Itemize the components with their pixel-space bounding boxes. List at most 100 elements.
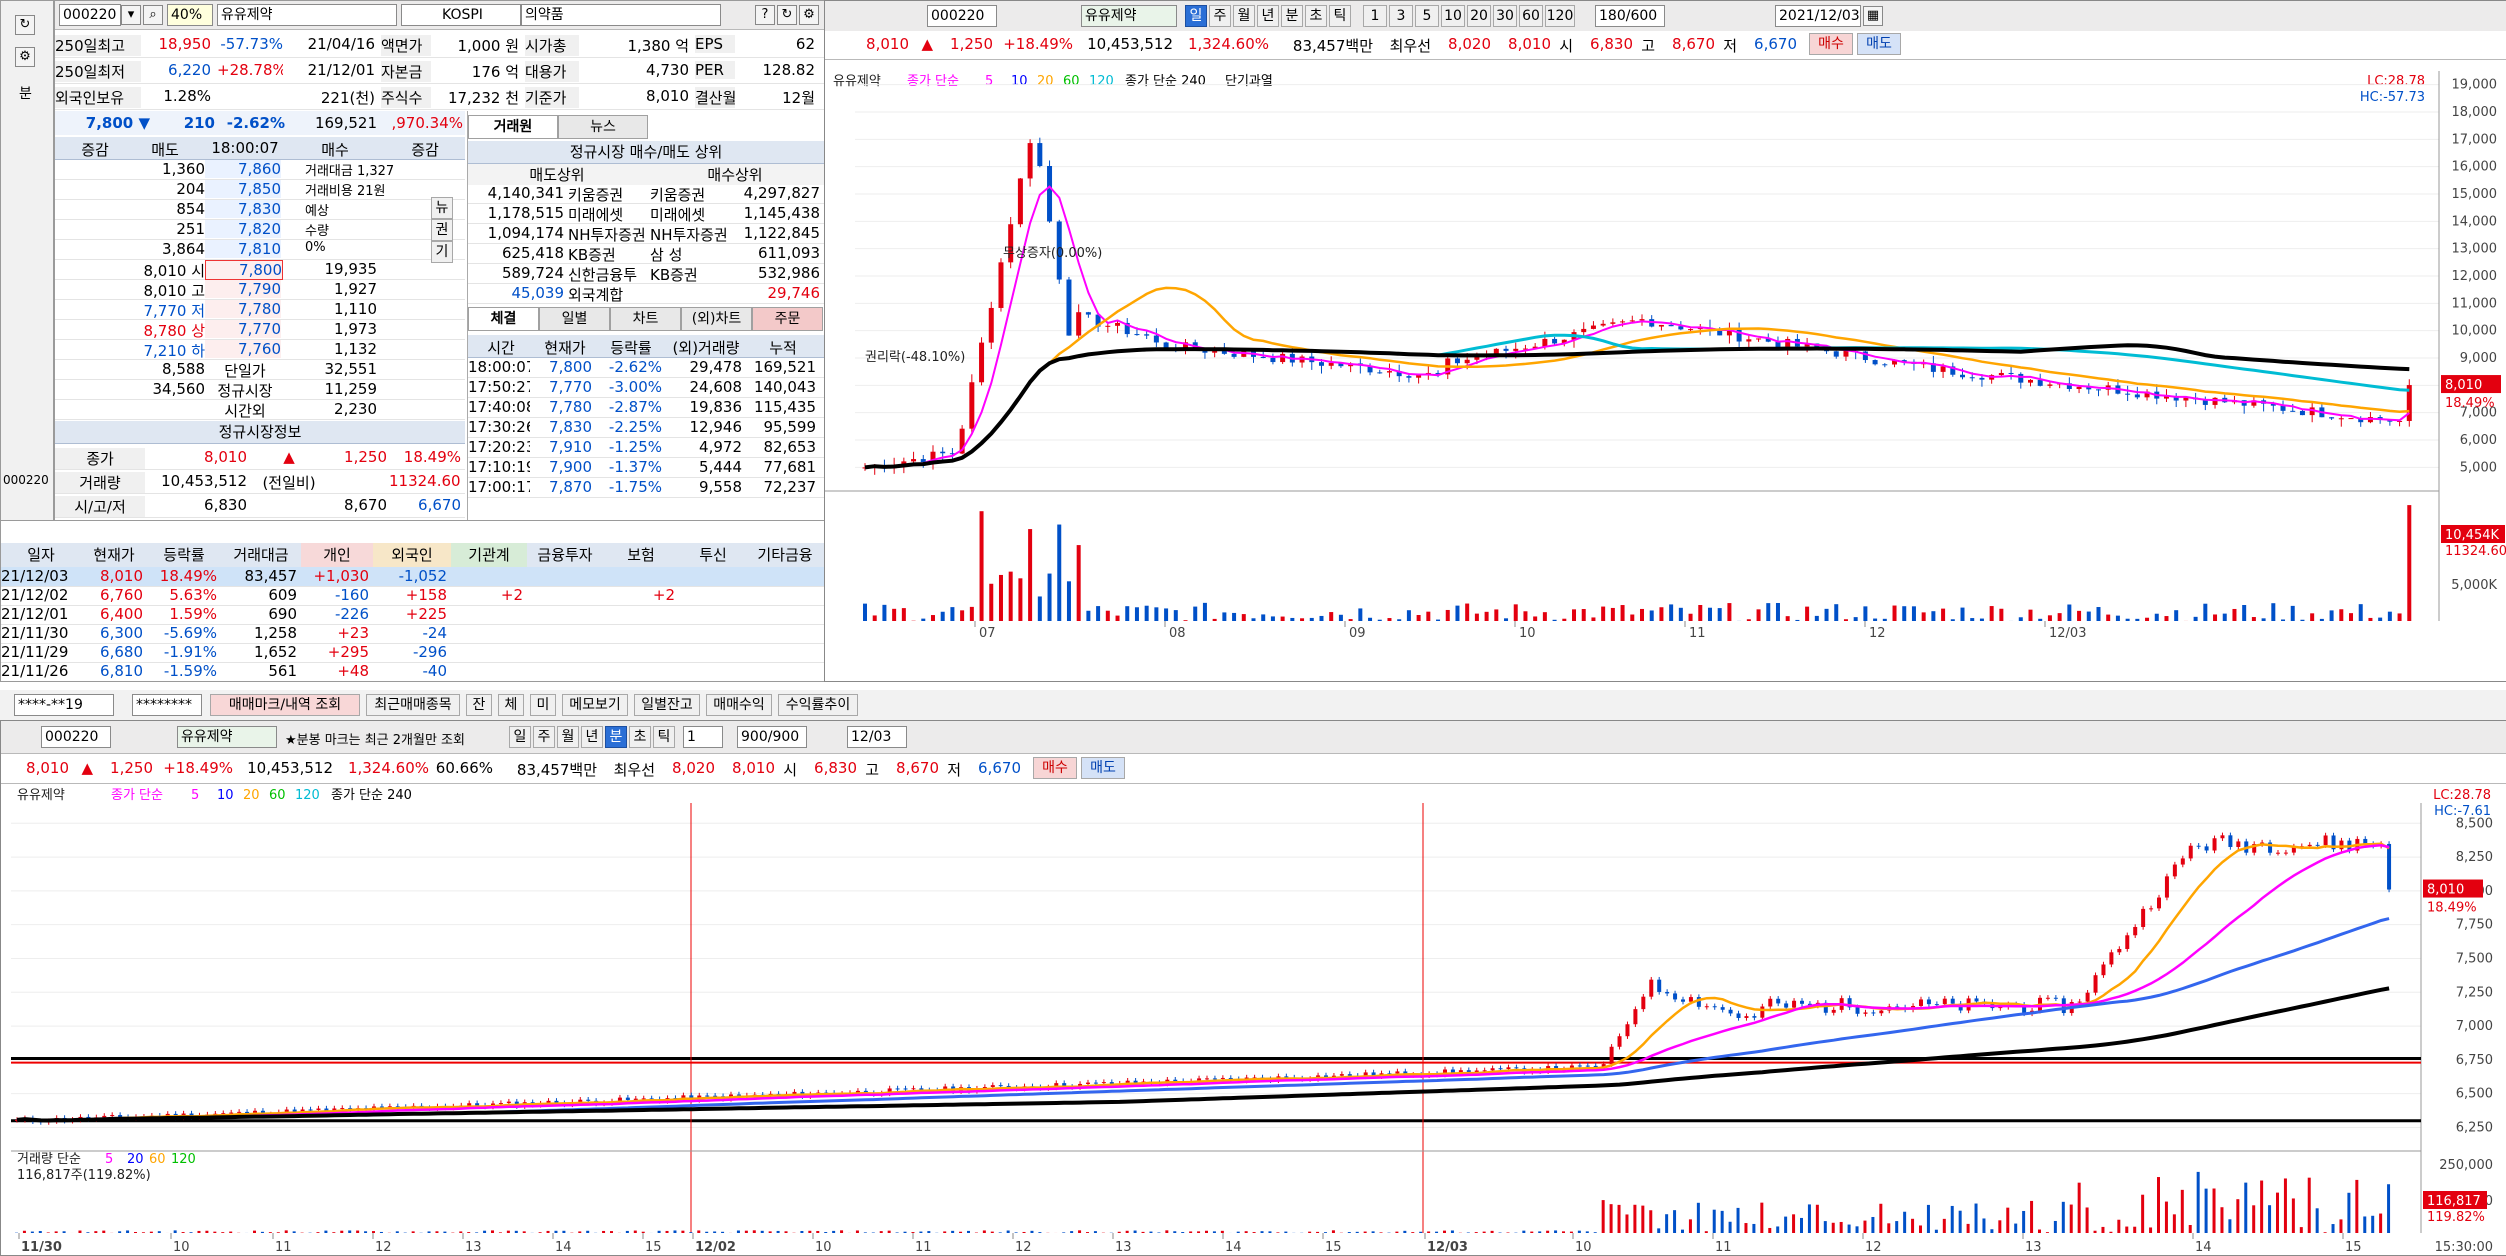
daily-interval-button[interactable]: 3 (1389, 5, 1413, 27)
broker-row[interactable]: 1,094,174NH투자증권NH투자증권1,122,845 (468, 223, 824, 244)
daily-period-button[interactable]: 월 (1233, 5, 1255, 27)
minute-period-button[interactable]: 분 (605, 726, 627, 748)
minute-quote-best-bid: 8,010 (719, 759, 775, 777)
daily-code-field[interactable]: 000220 (927, 5, 997, 27)
minute-date-field[interactable]: 12/03 (847, 726, 907, 748)
minute-name-field[interactable]: 유유제약 (177, 726, 277, 748)
minute-period-button[interactable]: 틱 (653, 726, 675, 748)
daily-interval-button[interactable]: 30 (1493, 5, 1517, 27)
broker-row[interactable]: 45,039외국계합29,746 (468, 283, 824, 304)
volume-bar (2030, 1201, 2033, 1233)
daily-period-button[interactable]: 분 (1281, 5, 1303, 27)
account-button[interactable]: 잔 (466, 694, 492, 716)
minute-period-button[interactable]: 월 (557, 726, 579, 748)
sell-qty: 625,418 (468, 244, 564, 262)
minute-period-button[interactable]: 일 (509, 726, 531, 748)
refresh-icon[interactable]: ↻ (777, 5, 797, 25)
volume-bar (1356, 1232, 1359, 1233)
minute-period-button[interactable]: 초 (629, 726, 651, 748)
y-axis-tick: 8,500 (2456, 816, 2493, 831)
bid-label: 8,010 고 (125, 280, 205, 301)
minute-code-field[interactable]: 000220 (41, 726, 111, 748)
trade-tab[interactable]: (외)차트 (681, 307, 752, 331)
daily-sell-button[interactable]: 매도 (1857, 33, 1901, 55)
gear-icon[interactable]: ⚙ (799, 5, 819, 25)
info-value: 128.82 (741, 61, 815, 79)
minute-period-button[interactable]: 년 (581, 726, 603, 748)
daily-period-button[interactable]: 년 (1257, 5, 1279, 27)
account-field[interactable]: ****-**19 (14, 694, 114, 716)
side-tab[interactable]: 뉴 (431, 197, 453, 219)
broker-row[interactable]: 4,140,341키움증권키움증권4,297,827 (468, 183, 824, 204)
refresh-icon[interactable]: ↻ (15, 15, 35, 35)
candle-body (1970, 377, 1975, 378)
broker-tab[interactable]: 뉴스 (558, 115, 648, 139)
candle-body (1154, 336, 1159, 343)
daily-name-field[interactable]: 유유제약 (1081, 5, 1177, 27)
stock-code-field[interactable]: 000220 (59, 4, 121, 26)
trade-tab[interactable]: 차트 (610, 307, 681, 331)
bid-row[interactable]: 8,010 고7,7901,927 (55, 279, 465, 300)
minute-period-button[interactable]: 주 (533, 726, 555, 748)
moving-average-line (17, 919, 2389, 1121)
minute-interval-field[interactable]: 1 (683, 726, 723, 748)
help-icon[interactable]: ? (755, 5, 775, 25)
account-button[interactable]: 미 (530, 694, 556, 716)
reg-info-row: 거래량10,453,512(전일비)11324.60% (55, 469, 465, 494)
broker-row[interactable]: 625,418KB증권삼 성611,093 (468, 243, 824, 264)
account-button[interactable]: 매매수익 (706, 694, 772, 716)
daily-interval-button[interactable]: 5 (1415, 5, 1439, 27)
account-button[interactable]: 매매마크/내역 조회 (210, 694, 360, 716)
candle-body (998, 262, 1003, 308)
bid-row[interactable]: 8,780 상7,7701,973 (55, 319, 465, 340)
daily-interval-button[interactable]: 60 (1519, 5, 1543, 27)
investor-col: 금융투자 (527, 543, 603, 567)
broker-row[interactable]: 1,178,515미래에셋미래에셋1,145,438 (468, 203, 824, 224)
stock-name-field[interactable]: 유유제약 (217, 4, 397, 26)
daily-interval-button[interactable]: 10 (1441, 5, 1465, 27)
bid-row[interactable]: 7,210 하7,7601,132 (55, 339, 465, 360)
daily-buy-button[interactable]: 매수 (1809, 33, 1853, 55)
side-tab[interactable]: 기 (431, 241, 453, 263)
investor-cell: 21/11/29 (1, 643, 77, 661)
account-button[interactable]: 최근매매종목 (366, 694, 460, 716)
trade-tab[interactable]: 일별 (539, 307, 610, 331)
daily-interval-button[interactable]: 20 (1467, 5, 1491, 27)
dropdown-icon[interactable]: ▾ (121, 5, 141, 25)
daily-period-button[interactable]: 일 (1185, 5, 1207, 27)
broker-row[interactable]: 589,724신한금융투KB증권532,986 (468, 263, 824, 284)
minute-price-chart[interactable]: 유유제약종가 단순5102060120종가 단순 240LC:28.78HC:-… (1, 785, 2506, 1255)
daily-interval-button[interactable]: 120 (1545, 5, 1575, 27)
account-button[interactable]: 일별잔고 (634, 694, 700, 716)
volume-bar (1967, 1224, 1970, 1233)
daily-interval-button[interactable]: 1 (1363, 5, 1387, 27)
tick-col: 시간 (468, 337, 534, 358)
minute-sell-button[interactable]: 매도 (1081, 757, 1125, 779)
daily-period-button[interactable]: 초 (1305, 5, 1327, 27)
daily-period-button[interactable]: 틱 (1329, 5, 1351, 27)
account-button[interactable]: 수익률추이 (778, 694, 858, 716)
bid-row[interactable]: 8,010 시7,80019,935 (55, 259, 465, 280)
price-line: 7,800 ▼ 210 -2.62% 169,521 ,970.34% (55, 111, 465, 135)
account-button[interactable]: 메모보기 (562, 694, 628, 716)
minute-buy-button[interactable]: 매수 (1033, 757, 1077, 779)
side-tab[interactable]: 권 (431, 219, 453, 241)
trade-tab[interactable]: 체결 (468, 307, 539, 331)
broker-tab[interactable]: 거래원 (468, 115, 558, 139)
password-field[interactable]: ******** (132, 694, 202, 716)
account-button[interactable]: 체 (498, 694, 524, 716)
lc-label: LC:28.78 (2433, 788, 2491, 803)
daily-date-field[interactable]: 2021/12/03 (1775, 5, 1861, 27)
calendar-icon[interactable]: ▦ (1863, 6, 1883, 26)
bid-row[interactable]: 7,770 저7,7801,110 (55, 299, 465, 320)
trade-tab[interactable]: 주문 (752, 307, 823, 331)
daily-price-chart[interactable]: 유유제약종가 단순5102060120종가 단순 240단기과열LC:28.78… (825, 61, 2506, 681)
candle-body (2028, 380, 2033, 383)
daily-period-button[interactable]: 주 (1209, 5, 1231, 27)
total-label: 정규시장 (205, 380, 285, 401)
candle-body (1076, 312, 1081, 335)
search-icon[interactable]: ⌕ (143, 5, 163, 25)
volume-bar (1546, 1231, 1549, 1233)
volume-bar (1506, 1232, 1509, 1233)
gear-icon[interactable]: ⚙ (15, 47, 35, 67)
